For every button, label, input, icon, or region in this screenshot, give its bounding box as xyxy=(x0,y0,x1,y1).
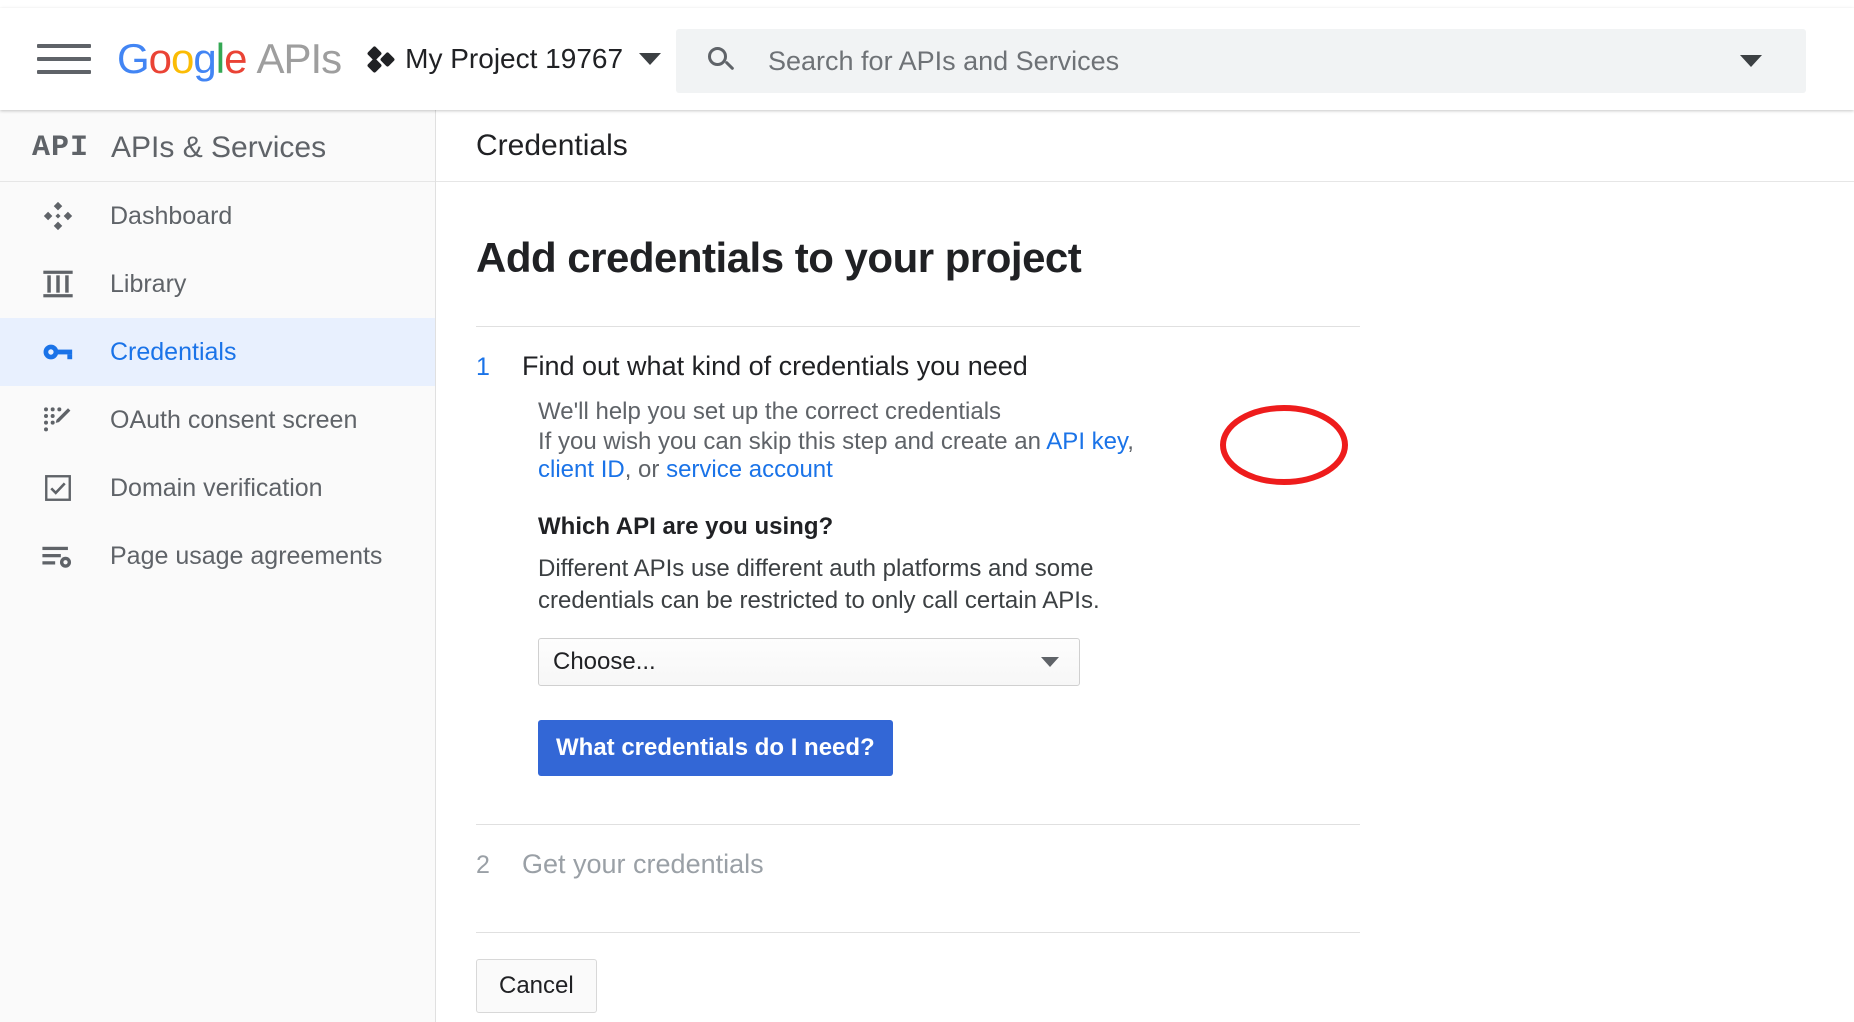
logo-letter-l: l xyxy=(215,35,225,82)
sidebar-item-dashboard[interactable]: Dashboard xyxy=(0,182,435,250)
api-select-value: Choose... xyxy=(553,647,656,675)
step-2-title: Get your credentials xyxy=(522,848,764,879)
sidebar-header: API APIs & Services xyxy=(0,110,435,182)
content-area: Add credentials to your project 1 Find o… xyxy=(436,234,1854,1013)
step-2[interactable]: 2 Get your credentials xyxy=(476,825,1854,902)
hamburger-line xyxy=(37,70,91,74)
sidebar-item-label: OAuth consent screen xyxy=(110,405,358,434)
search-bar[interactable] xyxy=(676,29,1806,93)
step-1-line1: We'll help you set up the correct creden… xyxy=(538,398,1002,425)
step-1-body: We'll help you set up the correct creden… xyxy=(538,398,1854,776)
list-settings-icon xyxy=(30,539,86,573)
library-icon xyxy=(30,268,86,300)
key-icon xyxy=(30,335,86,369)
project-selector[interactable]: My Project 19767 xyxy=(366,32,662,86)
logo-letter-G: G xyxy=(117,35,150,82)
page-header: Credentials xyxy=(436,110,1854,182)
cancel-button[interactable]: Cancel xyxy=(476,958,597,1013)
sidebar-item-label: Domain verification xyxy=(110,473,323,502)
api-select-dropdown[interactable]: Choose... xyxy=(538,637,1080,686)
step-1-title: Find out what kind of credentials you ne… xyxy=(522,351,1028,381)
logo-letter-o2: o xyxy=(171,35,194,82)
step-1-line2-prefix: If you wish you can skip this step and c… xyxy=(538,427,1047,455)
logo-letter-o1: o xyxy=(148,35,172,82)
step-2-header: 2 Get your credentials xyxy=(476,825,1854,880)
sidebar-item-library[interactable]: Library xyxy=(0,250,435,318)
sidebar-item-domain-verification[interactable]: Domain verification xyxy=(0,454,435,522)
client-id-link[interactable]: client ID xyxy=(538,456,625,483)
comma-2: , or xyxy=(624,455,660,483)
service-account-link[interactable]: service account xyxy=(666,456,833,483)
what-credentials-do-i-need-button[interactable]: What credentials do I need? xyxy=(538,719,893,776)
step-1-header: 1 Find out what kind of credentials you … xyxy=(476,327,1854,382)
comma-1: , xyxy=(1127,427,1134,455)
chevron-down-icon xyxy=(639,53,662,65)
dashboard-diamond-icon xyxy=(30,199,86,233)
api-key-link[interactable]: API key xyxy=(1046,428,1127,455)
which-api-subheading: Which API are you using? xyxy=(538,513,834,541)
step-1-number: 1 xyxy=(476,353,490,381)
logo-letter-g: g xyxy=(193,35,216,82)
sidebar-item-label: Dashboard xyxy=(110,201,233,230)
page-title: Credentials xyxy=(476,128,628,162)
logo-suffix-apis: APIs xyxy=(256,35,342,82)
divider xyxy=(476,931,1360,933)
section-heading: Add credentials to your project xyxy=(476,234,1082,281)
top-app-bar: Google APIs My Project 19767 xyxy=(0,8,1854,110)
hamburger-line xyxy=(37,57,91,61)
step-2-number: 2 xyxy=(476,850,490,879)
project-dots-icon xyxy=(366,45,396,74)
checkbox-check-icon xyxy=(30,473,86,503)
sidebar-item-label: Page usage agreements xyxy=(110,541,383,570)
sidebar-item-label: Library xyxy=(110,269,187,298)
hamburger-line xyxy=(37,44,91,48)
main-content: Credentials Add credentials to your proj… xyxy=(436,110,1854,1022)
project-name-label: My Project 19767 xyxy=(405,43,624,74)
sidebar-item-page-usage-agreements[interactable]: Page usage agreements xyxy=(0,522,435,590)
api-badge: API xyxy=(32,130,90,165)
logo-letter-e: e xyxy=(224,35,247,82)
sidebar-item-oauth-consent-screen[interactable]: OAuth consent screen xyxy=(0,386,435,454)
step-1-line2: If you wish you can skip this step and c… xyxy=(538,428,1178,484)
sidebar-item-label: Credentials xyxy=(110,337,237,366)
which-api-description: Different APIs use different auth platfo… xyxy=(538,555,1100,614)
hamburger-menu-icon[interactable] xyxy=(37,39,91,79)
oauth-consent-icon xyxy=(30,404,86,436)
search-icon xyxy=(708,47,736,75)
google-apis-logo[interactable]: Google APIs xyxy=(117,35,342,83)
sidebar-title: APIs & Services xyxy=(111,130,327,164)
chevron-down-icon xyxy=(1041,656,1059,667)
sidebar: API APIs & Services Dashboard Library Cr… xyxy=(0,110,436,1022)
search-input[interactable] xyxy=(766,44,1724,78)
step-1: 1 Find out what kind of credentials you … xyxy=(476,327,1854,776)
chevron-down-icon[interactable] xyxy=(1740,55,1762,67)
sidebar-item-credentials[interactable]: Credentials xyxy=(0,318,435,386)
